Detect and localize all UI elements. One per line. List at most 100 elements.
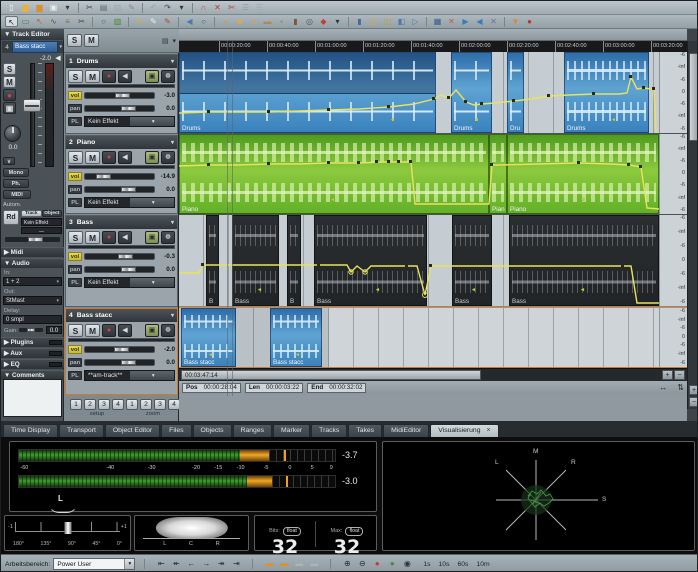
range-next-icon[interactable]: ◫	[381, 16, 394, 27]
scrub-tool-icon[interactable]: ○	[197, 16, 210, 27]
range-prev-icon[interactable]: ◫	[367, 16, 380, 27]
lock-icon[interactable]: ▣	[3, 102, 16, 114]
audio-object[interactable]: Drums ◄	[451, 52, 492, 133]
pan-knob[interactable]	[4, 125, 21, 142]
horizontal-scrollbar[interactable]: 00:03:47:14 + −	[179, 368, 687, 381]
mute-button[interactable]: M	[85, 231, 100, 244]
curve-tool-icon[interactable]: ∿	[47, 16, 60, 27]
monitor-icon[interactable]: ▤	[162, 37, 169, 45]
stop-icon[interactable]: ✕	[487, 16, 500, 27]
tab-object[interactable]: Object	[42, 210, 63, 217]
loop-range-icon[interactable]: ▷	[409, 16, 422, 27]
effect-dropdown[interactable]: Kein Effekt▾	[84, 116, 175, 127]
audio-object[interactable]: Drums ◄	[564, 52, 649, 133]
setup-preset-button[interactable]: 4	[112, 399, 124, 410]
lock-icon[interactable]: ▣	[145, 151, 159, 164]
save-more-icon[interactable]: ▾	[61, 2, 74, 13]
prev-marker-icon[interactable]: ↞	[169, 558, 183, 570]
pan-slider[interactable]	[84, 359, 155, 366]
scrollbar-thumb[interactable]	[689, 53, 698, 141]
effect-slot[interactable]: —	[21, 227, 62, 234]
split-object-icon[interactable]: ✄	[225, 2, 238, 13]
go-end-icon[interactable]: ⇥	[229, 558, 243, 570]
pan-chip[interactable]: pan	[68, 265, 82, 274]
zoom-preset-button[interactable]: 1	[126, 399, 138, 410]
delete-object-icon[interactable]: ✕	[211, 2, 224, 13]
out-select[interactable]: StMast▾	[3, 296, 62, 305]
object-mode2-icon[interactable]: ■	[247, 16, 260, 27]
audio-object[interactable]: B	[206, 215, 219, 306]
lock-icon[interactable]: ▣	[145, 231, 159, 244]
solo-all-button[interactable]: S	[67, 34, 82, 47]
track-title-row[interactable]: 2Piano▾	[66, 136, 177, 149]
audio-object[interactable]: Dru	[507, 52, 524, 133]
save-icon[interactable]: ▣	[47, 2, 60, 13]
zoom-in-icon[interactable]: ⊕	[340, 558, 354, 570]
audio-object[interactable]: Bass ◄	[232, 215, 279, 306]
volume-slider[interactable]	[84, 253, 155, 260]
speaker-icon[interactable]: ◀	[118, 151, 132, 164]
chevron-down-icon[interactable]: ▾	[171, 139, 174, 146]
comments-box[interactable]	[3, 379, 62, 417]
tab-takes[interactable]: Takes	[348, 424, 382, 437]
speaker-icon[interactable]: ◀	[118, 231, 132, 244]
track-title-row[interactable]: 4Bass stacc▾	[66, 309, 177, 322]
tab-track[interactable]: Track	[21, 210, 42, 217]
tab-ranges[interactable]: Ranges	[233, 424, 272, 437]
speaker-icon[interactable]: ◀	[118, 324, 132, 337]
updown-icon[interactable]: ⇅	[677, 383, 684, 392]
copy-icon[interactable]: ▤	[97, 2, 110, 13]
link-button[interactable]: ∨	[3, 157, 15, 165]
paste-icon[interactable]: ▥	[111, 2, 124, 13]
effect-dropdown[interactable]: Kein Effekt▾	[84, 277, 175, 288]
vol-chip[interactable]: vol	[68, 91, 82, 100]
record-button[interactable]: ●	[102, 324, 116, 337]
section-eq[interactable]: ▶ EQ	[1, 359, 64, 369]
draw-automation-pencil-icon[interactable]: ✎	[161, 16, 174, 27]
track-name-field[interactable]: Bass stacc	[12, 41, 58, 53]
track-header-piano[interactable]: 2Piano▾ S M ● ◀ ▣ ☸ vol-14.9 pan0.0 PLKe…	[65, 135, 178, 214]
vertical-scrollbar[interactable]: + −	[687, 41, 698, 409]
chevron-down-icon[interactable]: ▾	[171, 219, 174, 226]
marker-disabled2-icon[interactable]: ▬	[307, 558, 321, 570]
object-mode3-icon[interactable]: ▬	[261, 16, 274, 27]
setup-preset-button[interactable]: 2	[84, 399, 96, 410]
gear-icon[interactable]: ☸	[161, 231, 175, 244]
zoom-preset-button[interactable]: 2	[140, 399, 152, 410]
step-forward-icon[interactable]: →	[199, 558, 213, 570]
tab-files[interactable]: Files	[161, 424, 191, 437]
object-mode4-icon[interactable]: ▪	[275, 16, 288, 27]
chevron-down-icon[interactable]: ▾	[172, 37, 176, 45]
volume-slider[interactable]	[84, 346, 155, 353]
universal-mouse-tool-icon[interactable]: ↖	[5, 16, 18, 27]
chevron-down-icon[interactable]: ▾	[171, 312, 174, 319]
volume-fader-handle[interactable]	[23, 99, 41, 112]
audio-object[interactable]: Piano ◄	[507, 134, 659, 214]
delay-field[interactable]: 0 smpl	[3, 315, 62, 324]
special-tool-icon[interactable]: ◆	[317, 16, 330, 27]
go-start-icon[interactable]: ⇤	[154, 558, 168, 570]
gear-icon[interactable]: ☸	[161, 324, 175, 337]
effect-dropdown[interactable]: **am-track**▾	[84, 370, 175, 381]
playback-cursor[interactable]	[227, 41, 228, 396]
zoom-in-v-button[interactable]: +	[689, 385, 698, 395]
section-audio[interactable]: ▼ Audio	[1, 258, 64, 268]
workspace-select[interactable]: Power User▾	[53, 558, 135, 570]
object-mode1-icon[interactable]: ■	[233, 16, 246, 27]
magnet-icon[interactable]: ∩	[197, 2, 210, 13]
redo-icon[interactable]: ↷	[161, 2, 174, 13]
range-start-icon[interactable]: ▮	[353, 16, 366, 27]
track-selector[interactable]: 4 Bass stacc ▾	[2, 41, 63, 53]
audio-object[interactable]: B	[287, 215, 301, 306]
end-field[interactable]: End00:00:32:02	[307, 383, 366, 393]
audio-object[interactable]: Bass ◄	[452, 215, 492, 306]
zoom-green-icon[interactable]: ●	[385, 558, 399, 570]
pan-slider[interactable]	[84, 266, 155, 273]
tab-time-display[interactable]: Time Display	[3, 424, 58, 437]
track-title-row[interactable]: 3Bass▾	[66, 216, 177, 229]
volume-slider[interactable]	[84, 173, 155, 180]
zoom-preset[interactable]: 60s	[458, 561, 469, 568]
zoom-out-v-button[interactable]: −	[689, 397, 698, 407]
section-midi[interactable]: ▶ Midi	[1, 247, 64, 257]
plugin-chip[interactable]: PL	[68, 371, 82, 380]
